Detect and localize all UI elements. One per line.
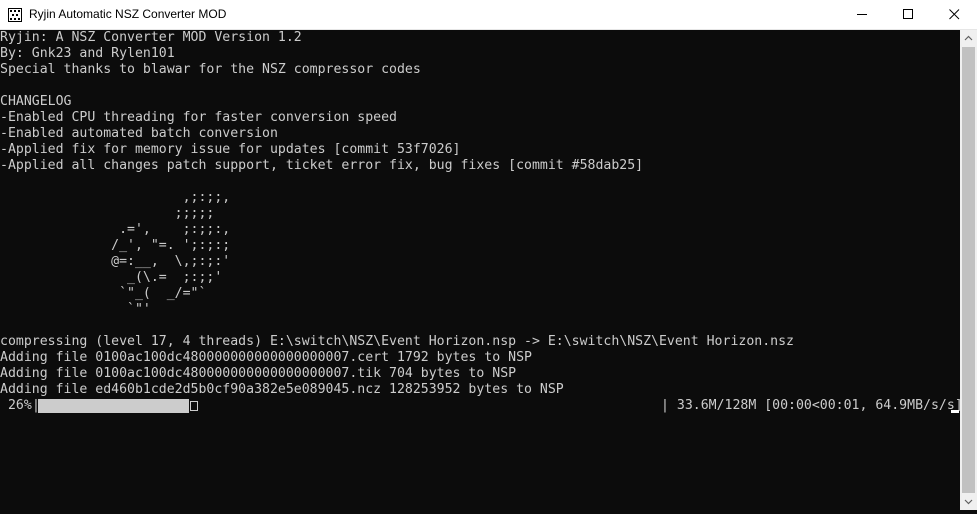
maximize-icon [903, 9, 913, 19]
minimize-button[interactable] [839, 0, 885, 29]
progress-bar-start: | [32, 398, 40, 413]
close-button[interactable] [931, 0, 977, 29]
scroll-down-button[interactable] [960, 493, 977, 510]
scroll-up-button[interactable] [960, 30, 977, 47]
console-line: By: Gnk23 and Rylen101 [0, 46, 175, 61]
console-line: -Enabled automated batch conversion [0, 126, 278, 141]
console-line: Adding file ed460b1cde2d5b0cf90a382e5e08… [0, 382, 564, 397]
close-icon [949, 9, 960, 20]
console-line: Ryjin: A NSZ Converter MOD Version 1.2 [0, 30, 302, 45]
minimize-icon [857, 14, 867, 15]
console-line: Adding file 0100ac100dc48000000000000000… [0, 350, 532, 365]
window-title: Ryjin Automatic NSZ Converter MOD [29, 7, 227, 21]
progress-bar-tip [190, 401, 198, 411]
progress-percent: 26% [0, 398, 32, 413]
chevron-up-icon [964, 35, 973, 41]
console-line: Special thanks to blawar for the NSZ com… [0, 62, 421, 77]
maximize-button[interactable] [885, 0, 931, 29]
progress-bar [38, 399, 650, 413]
title-bar[interactable]: Ryjin Automatic NSZ Converter MOD [0, 0, 977, 30]
scrollbar-thumb[interactable] [962, 47, 975, 493]
console-line: -Applied fix for memory issue for update… [0, 142, 461, 157]
console-line: -Enabled CPU threading for faster conver… [0, 110, 397, 125]
text-cursor [951, 410, 959, 413]
progress-stats: | 33.6M/128M [00:00<00:01, 64.9MB/s/s] [661, 398, 963, 413]
compress-status-line: compressing (level 17, 4 threads) E:\swi… [0, 334, 794, 349]
console-line: CHANGELOG [0, 94, 72, 109]
progress-bar-fill [38, 399, 189, 413]
console-line: Adding file 0100ac100dc48000000000000000… [0, 366, 517, 381]
console-app-icon [8, 7, 22, 22]
console-output[interactable]: Ryjin: A NSZ Converter MOD Version 1.2 B… [0, 30, 963, 510]
vertical-scrollbar[interactable] [960, 30, 977, 510]
console-line: -Applied all changes patch support, tick… [0, 158, 644, 173]
ascii-art-logo: ,;:;;, ;;;;; .=', ;:;;:, /_', "=. ';:;:;… [111, 190, 231, 317]
chevron-down-icon [964, 499, 973, 505]
